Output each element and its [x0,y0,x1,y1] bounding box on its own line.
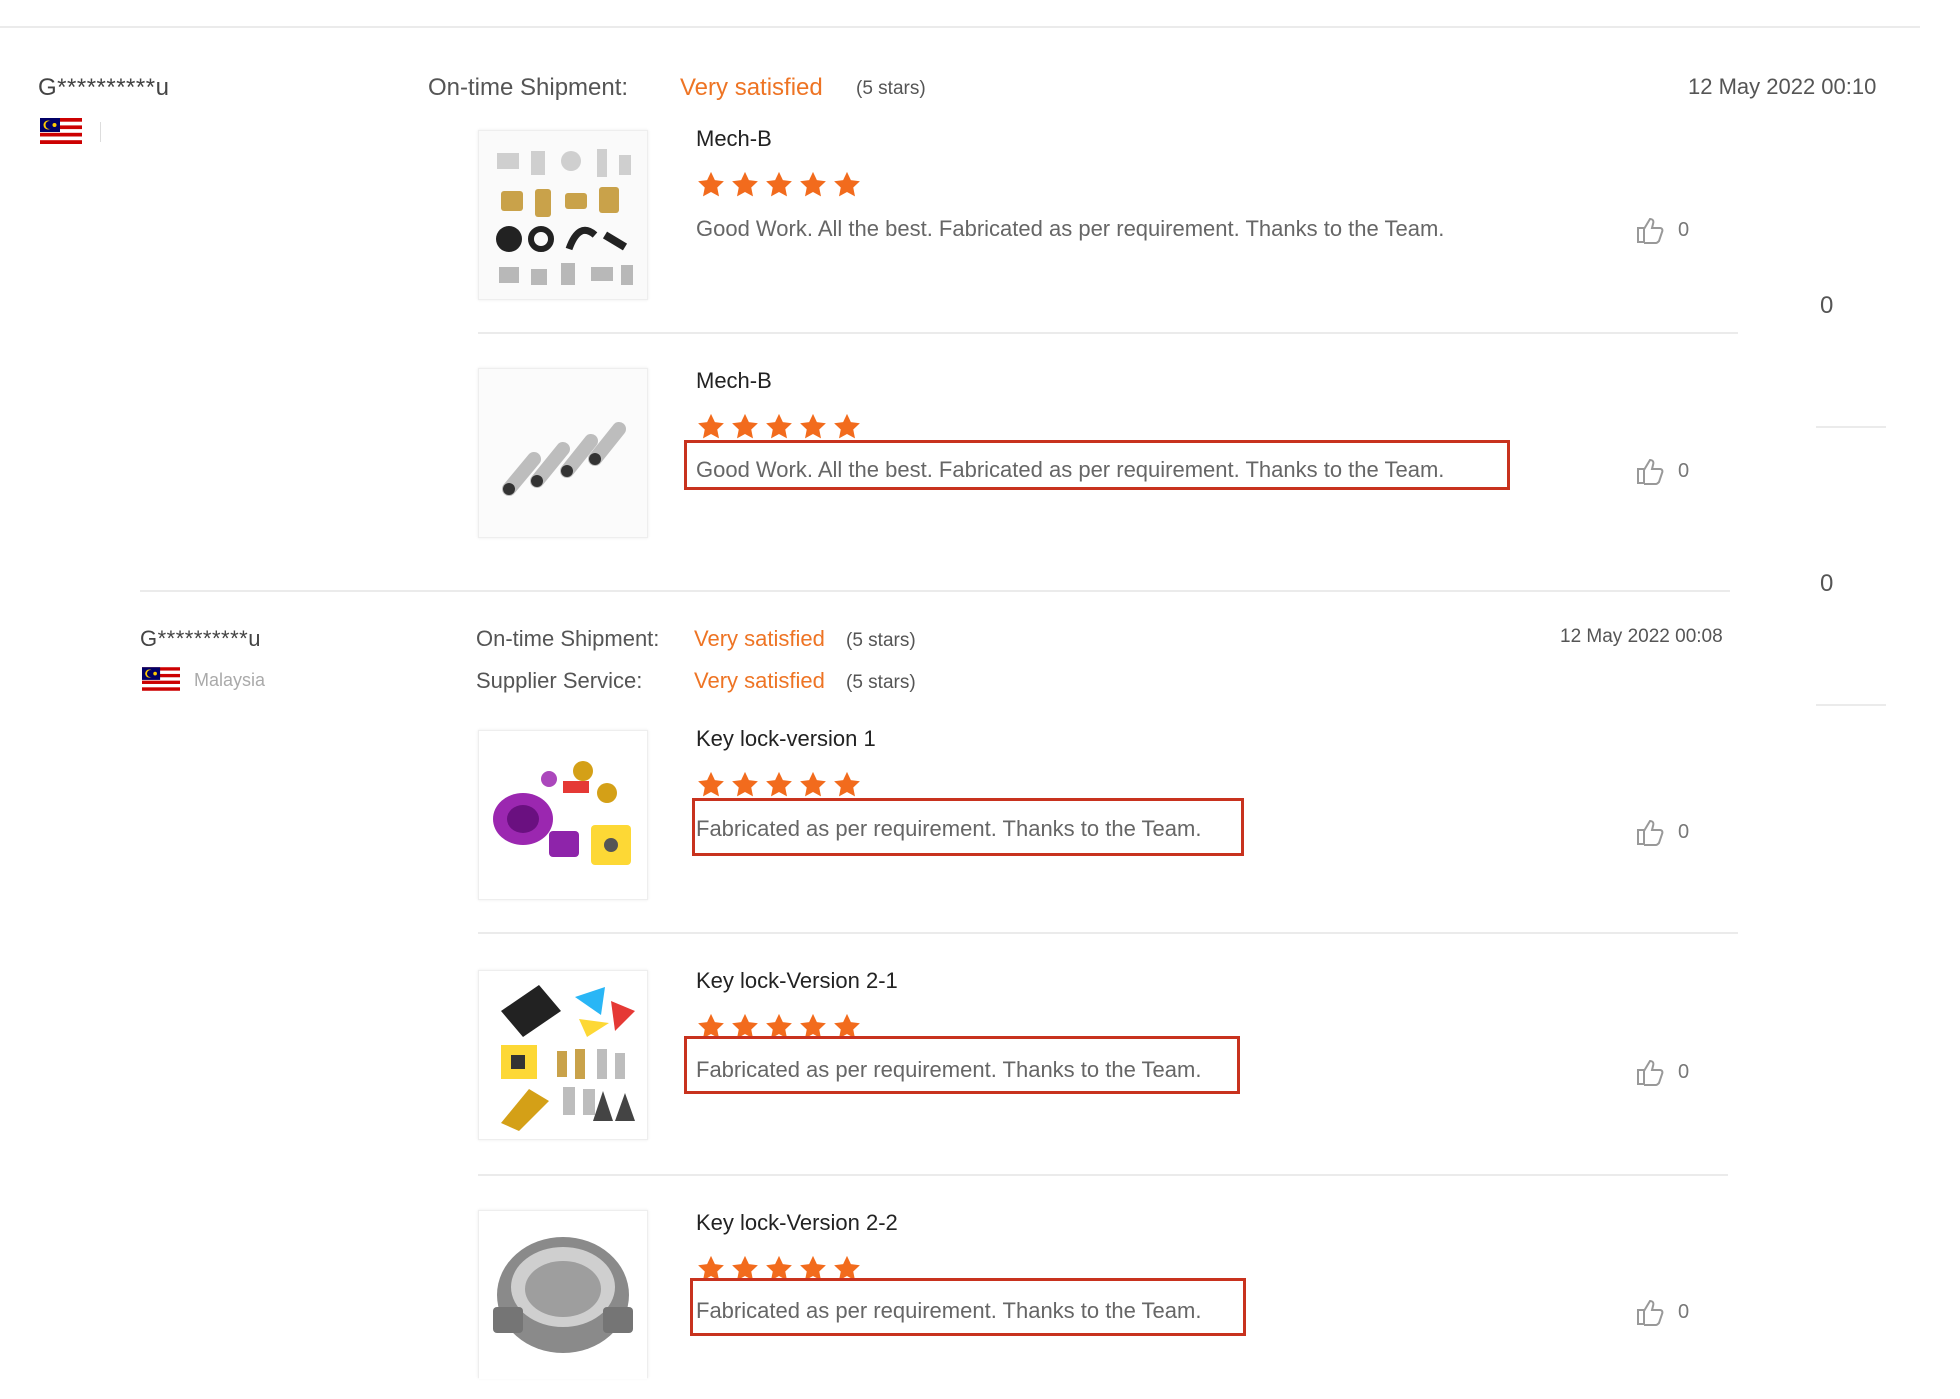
rating-label: On-time Shipment: [476,626,660,651]
product-thumbnail[interactable] [478,1210,648,1379]
star-icon [766,171,792,197]
review-text: Good Work. All the best. Fabricated as p… [696,216,1445,241]
rating-stars-text: (5 stars) [856,78,926,99]
mechanical-parts-icon [479,131,647,299]
highlight-box [690,1278,1246,1336]
star-icon [732,413,758,439]
thumbs-up-icon [1637,1059,1664,1086]
product-name[interactable]: Mech-B [696,368,772,394]
thumbs-up-icon [1637,1299,1664,1326]
malaysia-flag-icon [40,118,82,144]
star-rating [696,412,862,442]
product-name[interactable]: Key lock-Version 2-2 [696,1210,898,1236]
housing-icon [479,1211,647,1379]
rating-stars-text: (5 stars) [846,630,916,651]
item-divider [478,932,1738,934]
like-count: 0 [1678,1300,1690,1323]
rating-label: Supplier Service: [476,668,643,693]
product-thumbnail[interactable] [478,730,648,900]
side-count: 0 [1820,570,1834,597]
like-button[interactable]: 0 [1634,1056,1689,1088]
rating-label: On-time Shipment: [428,74,629,101]
like-count: 0 [1678,820,1690,843]
reviewer-name: G**********u [38,74,170,101]
rating-stars-text: (5 stars) [846,672,916,693]
reviewer-name: G**********u [140,626,261,651]
highlight-box [684,440,1510,490]
side-divider [1816,704,1886,706]
assorted-parts-icon [479,971,647,1139]
star-icon [698,171,724,197]
malaysia-flag-icon [142,667,180,691]
star-icon [800,771,826,797]
highlight-box [692,798,1244,856]
star-rating [696,170,862,200]
star-icon [766,771,792,797]
rating-value: Very satisfied [680,74,823,101]
star-icon [698,771,724,797]
star-icon [732,771,758,797]
review-date: 12 May 2022 00:10 [1688,74,1877,99]
review-date: 12 May 2022 00:08 [1560,626,1723,647]
like-count: 0 [1678,218,1690,241]
item-divider [478,1174,1728,1176]
like-button[interactable]: 0 [1634,214,1689,246]
like-count: 0 [1678,1060,1690,1083]
star-icon [732,171,758,197]
product-thumbnail[interactable] [478,130,648,300]
thumbs-up-icon [1637,217,1664,244]
item-divider [478,332,1738,334]
rating-value: Very satisfied [694,668,825,693]
star-icon [766,413,792,439]
thumbs-up-icon [1637,458,1664,485]
star-rating [696,770,862,800]
like-button[interactable]: 0 [1634,1296,1689,1328]
rating-value: Very satisfied [694,626,825,651]
star-icon [800,171,826,197]
like-button[interactable]: 0 [1634,455,1689,487]
star-icon [834,771,860,797]
product-name[interactable]: Key lock-version 1 [696,726,876,752]
product-name[interactable]: Mech-B [696,126,772,152]
like-count: 0 [1678,459,1690,482]
like-button[interactable]: 0 [1634,816,1689,848]
reviewer-country: Malaysia [194,670,266,690]
product-thumbnail[interactable] [478,970,648,1140]
product-name[interactable]: Key lock-Version 2-1 [696,968,898,994]
star-icon [698,413,724,439]
rods-icon [479,369,647,537]
side-count: 0 [1820,292,1834,319]
side-divider [1816,426,1886,428]
product-thumbnail[interactable] [478,368,648,538]
star-icon [834,171,860,197]
highlight-box [684,1036,1240,1094]
thumbs-up-icon [1637,819,1664,846]
star-icon [834,413,860,439]
review-divider [140,590,1730,592]
top-divider [0,26,1920,28]
purple-parts-icon [479,731,647,899]
divider-bar [100,122,101,142]
star-icon [800,413,826,439]
